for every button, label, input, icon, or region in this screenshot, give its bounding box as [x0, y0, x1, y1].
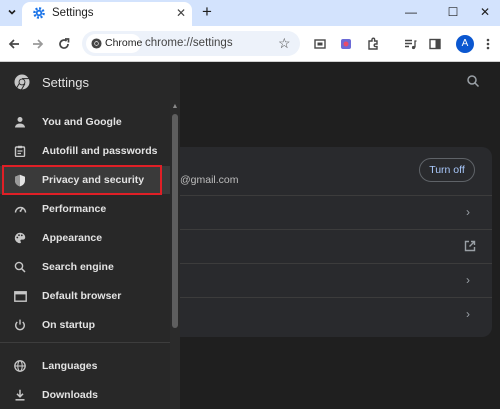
sidebar-divider: [0, 342, 170, 343]
url-text[interactable]: chrome://settings: [145, 37, 233, 49]
tab-strip: Settings ✕ + — ☐ ✕: [0, 0, 500, 26]
tab-capture-icon: [314, 39, 326, 49]
power-icon: [13, 318, 27, 332]
open-in-new-icon: [464, 240, 476, 252]
extension-button[interactable]: [337, 35, 355, 53]
tab-title: Settings: [52, 7, 94, 19]
sidebar-item-label: Search engine: [42, 261, 114, 273]
window-close-button[interactable]: ✕: [476, 3, 494, 21]
sidebar-item-label: On startup: [42, 319, 96, 331]
settings-row[interactable]: ›: [180, 297, 492, 331]
settings-header: Settings: [0, 62, 180, 100]
sidebar-item-label: Languages: [42, 360, 98, 372]
arrow-left-icon: [8, 39, 19, 49]
turn-off-sync-button[interactable]: Turn off: [419, 158, 475, 182]
chevron-right-icon: ›: [466, 205, 470, 219]
sidebar-item-label: Autofill and passwords: [42, 145, 158, 157]
page-title: Settings: [42, 75, 89, 90]
bookmark-star-icon[interactable]: ☆: [278, 35, 291, 52]
sidebar-scrollbar[interactable]: ▲: [170, 100, 180, 409]
sidebar-item-default-browser[interactable]: Default browser: [0, 282, 170, 310]
scroll-thumb[interactable]: [172, 114, 178, 328]
settings-page: @gmail.com Turn off › › › Settings You a…: [0, 62, 500, 409]
selection-highlight-box: [2, 165, 162, 195]
puzzle-icon: [368, 37, 378, 50]
search-settings-icon[interactable]: [466, 74, 480, 88]
chevron-right-icon: ›: [466, 273, 470, 287]
tab-close-icon[interactable]: ✕: [174, 6, 188, 20]
tab-settings[interactable]: Settings ✕: [22, 2, 192, 26]
sidebar-item-label: Appearance: [42, 232, 103, 244]
you-and-google-card: @gmail.com Turn off › › ›: [180, 147, 492, 337]
chevron-down-icon: [8, 9, 16, 15]
sidebar-item-on-startup[interactable]: On startup: [0, 311, 170, 339]
tab-search-button[interactable]: [4, 4, 20, 20]
minimize-button[interactable]: —: [402, 3, 420, 21]
address-bar[interactable]: Chrome chrome://settings ☆: [82, 31, 300, 56]
globe-icon: [13, 359, 27, 373]
browser-icon: [13, 289, 27, 303]
account-email: @gmail.com: [180, 174, 239, 186]
sidebar-item-label: Default browser: [42, 290, 122, 302]
site-chip[interactable]: Chrome: [86, 34, 143, 53]
new-tab-button[interactable]: +: [199, 3, 215, 21]
sidebar-item-label: Performance: [42, 203, 107, 215]
sidebar-item-label: Downloads: [42, 389, 99, 401]
sidebar-item-performance[interactable]: Performance: [0, 195, 170, 223]
sidebar-menu: You and Google Autofill and passwords Pr…: [0, 100, 170, 409]
chrome-logo-icon: [91, 38, 102, 49]
back-button[interactable]: [5, 35, 23, 53]
side-panel-icon: [429, 38, 441, 50]
sidebar-item-languages[interactable]: Languages: [0, 352, 170, 380]
maximize-button[interactable]: ☐: [444, 3, 462, 21]
sidebar-item-label: You and Google: [42, 116, 122, 128]
chrome-logo-icon: [14, 74, 30, 90]
gauge-icon: [13, 202, 27, 216]
forward-button[interactable]: [29, 35, 47, 53]
gear-icon: [33, 7, 45, 19]
settings-row[interactable]: ›: [180, 195, 492, 229]
queue-music-icon: [405, 39, 417, 50]
sidebar-item-downloads[interactable]: Downloads: [0, 381, 170, 409]
side-panel-button[interactable]: [426, 35, 444, 53]
reload-button[interactable]: [55, 35, 73, 53]
sidebar-item-search-engine[interactable]: Search engine: [0, 253, 170, 281]
extensions-menu-button[interactable]: [364, 35, 382, 53]
sidebar-item-you-and-google[interactable]: You and Google: [0, 108, 170, 136]
person-icon: [13, 115, 27, 129]
clipboard-icon: [13, 144, 27, 158]
more-vert-icon: [486, 38, 490, 50]
settings-row[interactable]: [180, 229, 492, 263]
sidebar-item-appearance[interactable]: Appearance: [0, 224, 170, 252]
scroll-up-arrow-icon[interactable]: ▲: [170, 102, 180, 112]
media-controls-button[interactable]: [401, 35, 419, 53]
download-icon: [13, 388, 27, 402]
browser-menu-button[interactable]: [479, 35, 497, 53]
chevron-right-icon: ›: [466, 307, 470, 321]
site-chip-label: Chrome: [105, 37, 143, 49]
search-icon: [13, 260, 27, 274]
extension-app-icon: [341, 39, 351, 49]
arrow-right-icon: [33, 39, 44, 49]
settings-sidebar: Settings You and Google Autofill and pas…: [0, 62, 180, 409]
browser-toolbar: Chrome chrome://settings ☆ A: [0, 26, 500, 62]
screen-cast-button[interactable]: [311, 35, 329, 53]
sidebar-item-autofill[interactable]: Autofill and passwords: [0, 137, 170, 165]
reload-icon: [59, 38, 70, 49]
palette-icon: [13, 231, 27, 245]
settings-row[interactable]: ›: [180, 263, 492, 297]
profile-avatar[interactable]: A: [456, 35, 474, 53]
